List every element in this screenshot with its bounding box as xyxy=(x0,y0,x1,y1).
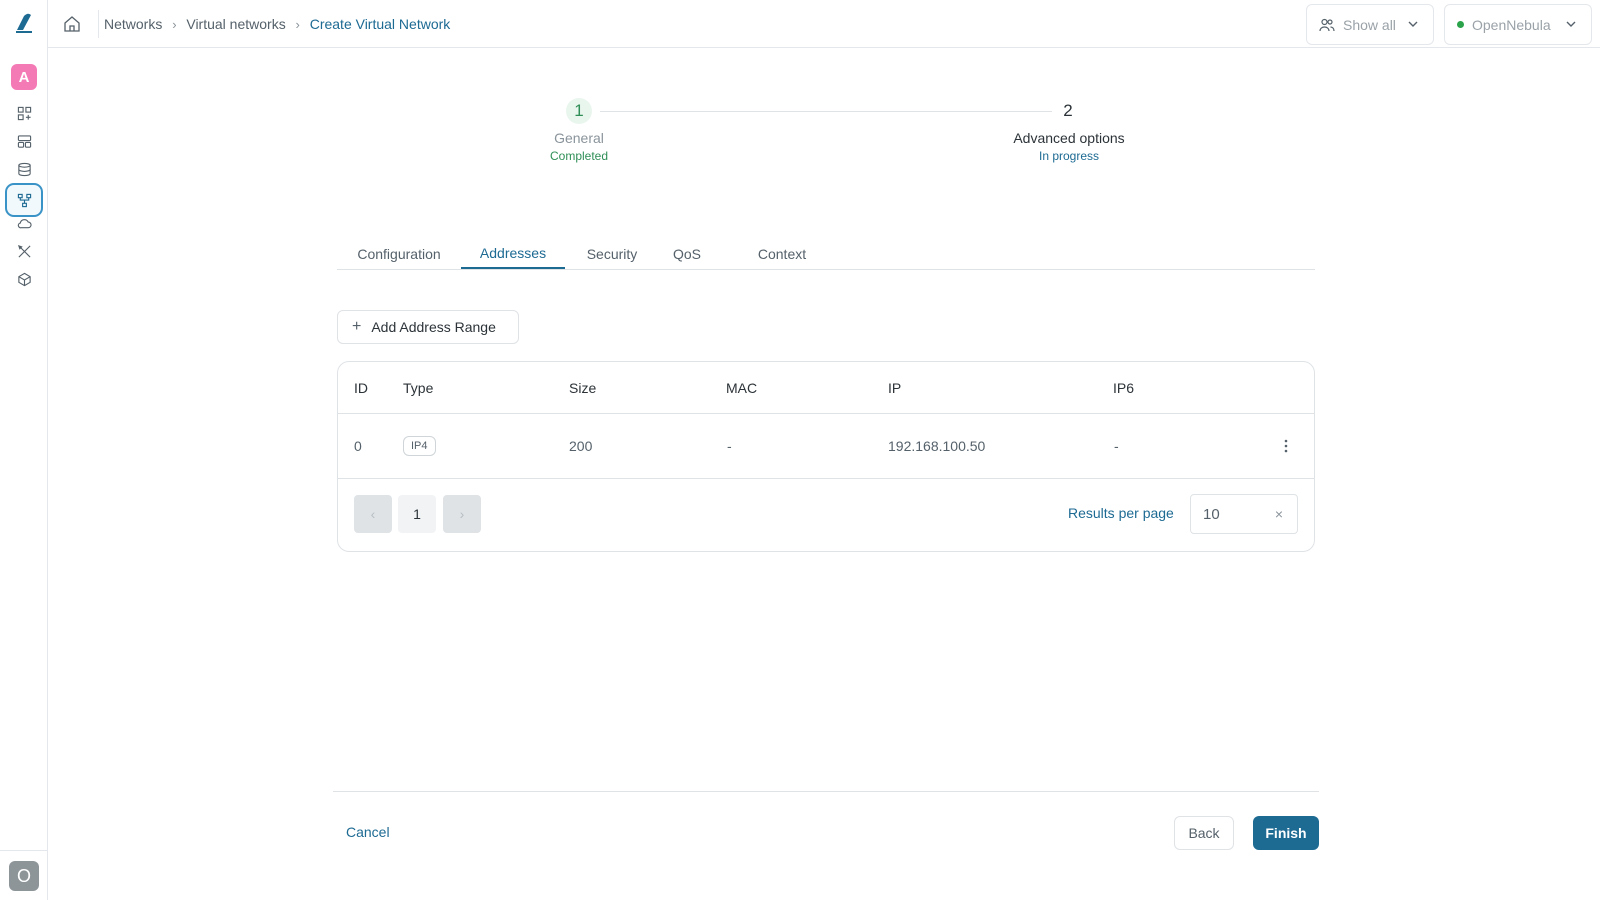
row-ip6: - xyxy=(1114,438,1119,454)
group-selector[interactable]: Show all xyxy=(1306,4,1434,45)
previous-page-button[interactable]: ‹ xyxy=(354,495,392,533)
table-row[interactable]: 0 IP4 200 - 192.168.100.50 - xyxy=(338,414,1314,479)
tools-icon[interactable] xyxy=(12,239,36,263)
tab-addresses[interactable]: Addresses xyxy=(461,238,565,269)
more-actions-icon[interactable] xyxy=(1284,438,1288,454)
row-size: 200 xyxy=(569,438,593,454)
breadcrumb: Networks › Virtual networks › Create Vir… xyxy=(104,0,450,48)
column-mac: MAC xyxy=(726,379,758,396)
tab-context[interactable]: Context xyxy=(739,238,825,269)
add-address-range-label: Add Address Range xyxy=(371,319,496,335)
results-per-page-value: 10 xyxy=(1203,505,1220,523)
pagination: ‹ 1 › Results per page 10 × xyxy=(338,479,1314,551)
step-1-number[interactable]: 1 xyxy=(566,98,592,124)
tab-security[interactable]: Security xyxy=(565,238,659,269)
chevron-right-icon: › xyxy=(295,16,300,32)
type-badge: IP4 xyxy=(403,436,436,456)
zone-status-dot xyxy=(1457,21,1464,28)
tab-bar: Configuration Addresses Security QoS Con… xyxy=(337,238,1315,270)
row-id: 0 xyxy=(354,438,362,454)
add-address-range-button[interactable]: + Add Address Range xyxy=(337,310,519,344)
results-per-page-select[interactable]: 10 × xyxy=(1190,494,1298,534)
users-icon xyxy=(1319,18,1335,31)
row-type: IP4 xyxy=(403,414,436,478)
breadcrumb-networks[interactable]: Networks xyxy=(104,16,162,32)
home-icon[interactable] xyxy=(62,14,82,34)
results-per-page-label: Results per page xyxy=(1068,505,1174,521)
step-2-status: In progress xyxy=(1038,149,1100,163)
chevron-right-icon: › xyxy=(172,16,177,32)
step-connector xyxy=(600,111,1052,112)
group-selector-label: Show all xyxy=(1343,16,1396,33)
storage-icon[interactable] xyxy=(12,157,36,181)
infrastructure-icon[interactable] xyxy=(12,267,36,291)
cancel-button[interactable]: Cancel xyxy=(346,824,390,840)
row-ip: 192.168.100.50 xyxy=(888,438,986,454)
column-type: Type xyxy=(403,379,434,396)
plus-icon: + xyxy=(352,318,362,335)
cloud-icon[interactable] xyxy=(12,211,36,235)
breadcrumb-virtual-networks[interactable]: Virtual networks xyxy=(186,16,285,32)
breadcrumb-current: Create Virtual Network xyxy=(309,16,451,32)
back-button[interactable]: Back xyxy=(1174,816,1234,850)
column-size: Size xyxy=(569,379,597,396)
zone-selector-label: OpenNebula xyxy=(1472,16,1551,33)
column-ip: IP xyxy=(888,379,902,396)
address-range-table: ID Type Size MAC IP IP6 0 IP4 200 - 192.… xyxy=(337,361,1315,552)
step-1-title: General xyxy=(554,130,604,146)
step-2-title: Advanced options xyxy=(1013,130,1125,146)
chevron-down-icon xyxy=(1566,21,1576,27)
header-divider xyxy=(98,10,99,38)
page-number-button[interactable]: 1 xyxy=(398,495,436,533)
column-ip6: IP6 xyxy=(1113,379,1135,396)
opennebula-logo-icon[interactable] xyxy=(14,12,34,34)
step-2-number[interactable]: 2 xyxy=(1055,98,1081,124)
user-avatar[interactable]: O xyxy=(9,861,39,891)
footer-divider xyxy=(333,791,1319,792)
sidebar: A O xyxy=(0,0,48,900)
row-mac: - xyxy=(727,438,732,454)
step-1-status: Completed xyxy=(549,149,609,163)
tab-configuration[interactable]: Configuration xyxy=(337,238,461,269)
table-header: ID Type Size MAC IP IP6 xyxy=(338,362,1314,414)
column-id: ID xyxy=(354,379,368,396)
top-header: Networks › Virtual networks › Create Vir… xyxy=(48,0,1600,48)
tab-qos[interactable]: QoS xyxy=(659,238,715,269)
zone-selector[interactable]: OpenNebula xyxy=(1444,4,1592,45)
next-page-button[interactable]: › xyxy=(443,495,481,533)
finish-button[interactable]: Finish xyxy=(1253,816,1319,850)
sidebar-footer: O xyxy=(0,850,48,900)
dashboard-icon[interactable] xyxy=(12,101,36,125)
chevron-down-icon xyxy=(1408,21,1418,27)
clear-icon[interactable]: × xyxy=(1275,506,1283,522)
app-avatar[interactable]: A xyxy=(11,64,37,90)
templates-icon[interactable] xyxy=(12,129,36,153)
